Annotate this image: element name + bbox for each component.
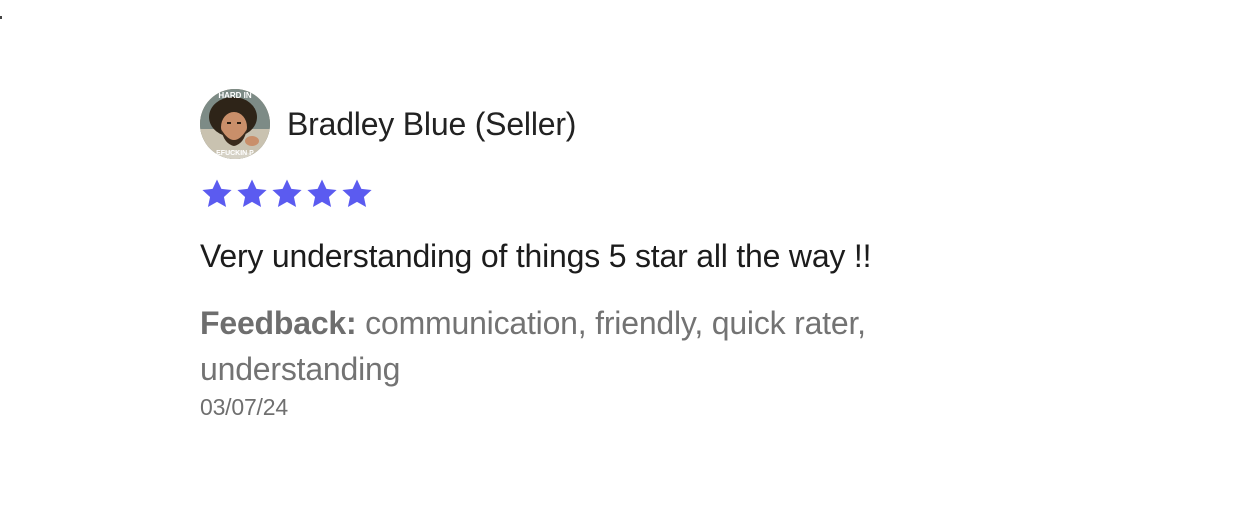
review-comment: Very understanding of things 5 star all …: [200, 238, 872, 274]
avatar-caption-top: HARD IN: [218, 91, 252, 100]
star-icon: [342, 179, 372, 208]
feedback-tags: Feedback: communication, friendly, quick…: [200, 300, 960, 392]
review-card: HARD IN EFUCKIN P Bradley Blue (Seller) …: [200, 88, 1000, 421]
avatar-image: HARD IN EFUCKIN P: [200, 89, 270, 159]
avatar-caption-bottom: EFUCKIN P: [216, 150, 254, 157]
review-date: 03/07/24: [200, 394, 288, 420]
reviewer-name[interactable]: Bradley Blue (Seller): [287, 106, 576, 143]
star-icon: [307, 179, 337, 208]
review-header: HARD IN EFUCKIN P Bradley Blue (Seller): [200, 88, 1000, 160]
star-icon: [272, 179, 302, 208]
star-icon: [202, 179, 232, 208]
edge-mark: [0, 16, 2, 19]
feedback-label: Feedback:: [200, 305, 357, 341]
avatar[interactable]: HARD IN EFUCKIN P: [200, 89, 270, 159]
star-icon: [237, 179, 267, 208]
star-rating: [200, 176, 1000, 212]
